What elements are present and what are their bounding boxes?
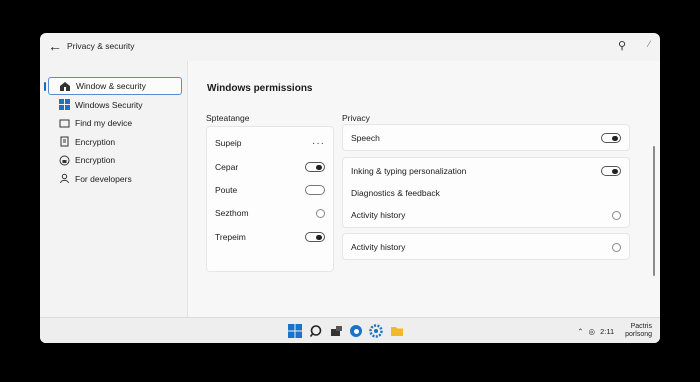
list-item[interactable]: Diagnostics & feedback [351, 184, 621, 202]
sidebar-item-encryption-2[interactable]: Encryption [48, 151, 182, 169]
list-item[interactable]: Sezthom [215, 204, 325, 222]
clock-line-1: Pactris [630, 323, 652, 330]
toggle-switch[interactable] [601, 133, 621, 143]
scrollbar[interactable] [653, 146, 655, 276]
sidebar-item-label: Encryption [75, 155, 116, 165]
lock-icon [58, 154, 70, 166]
device-icon [58, 117, 70, 129]
sidebar-item-label: Windows Security [75, 99, 143, 110]
sidebar-item-windows-security[interactable]: Windows Security [48, 96, 182, 114]
back-arrow-icon[interactable]: ← [48, 39, 62, 53]
left-settings-card: Supeip ··· Cepar Poute Sezthom Trepeim [206, 126, 334, 272]
document-icon [58, 136, 70, 148]
toggle-switch[interactable] [305, 185, 325, 195]
search-icon[interactable]: ⚲ [618, 39, 626, 52]
network-icon[interactable]: ◎ [589, 327, 596, 336]
task-view-icon[interactable] [330, 324, 344, 338]
speech-card[interactable]: Speech [342, 124, 630, 151]
left-column-title: Spteatange [206, 113, 250, 123]
radio-button[interactable] [316, 208, 325, 218]
clock-time[interactable]: 2:11 [600, 327, 614, 336]
sidebar-item-label: Find my device [75, 118, 133, 128]
row-label: Activity history [351, 242, 406, 252]
radio-button[interactable] [612, 210, 621, 220]
row-label: Activity history [351, 210, 406, 220]
row-label: Poute [215, 185, 238, 195]
settings-window: ← Privacy & security ⚲ ⁄ Window & securi… [40, 33, 660, 343]
page-heading: Windows permissions [207, 83, 313, 94]
developer-icon [58, 173, 70, 185]
row-label: Trepeim [215, 232, 246, 242]
clock-line-2: porlsong [625, 331, 652, 338]
right-column-title: Privacy [342, 113, 370, 123]
activity-history-card[interactable]: Activity history [342, 233, 630, 260]
start-windows-icon[interactable] [288, 324, 302, 338]
sidebar-item-for-developers[interactable]: For developers [48, 170, 182, 188]
list-item[interactable]: Activity history [351, 206, 621, 224]
taskbar: ⌃ ◎ 2:11 Pactris porlsong [40, 317, 660, 343]
more-options-icon[interactable]: ··· [312, 138, 325, 149]
toggle-switch[interactable] [305, 162, 325, 172]
clock-date[interactable]: Pactris porlsong [625, 323, 652, 339]
main-content: Windows permissions Spteatange Supeip ··… [188, 61, 660, 317]
list-item[interactable]: Activity history [351, 238, 621, 256]
list-item[interactable]: Cepar [215, 158, 325, 176]
radio-button[interactable] [612, 242, 621, 252]
sidebar-item-label: Encryption [75, 136, 116, 147]
windows-logo-icon [58, 99, 70, 111]
row-label: Sezthom [215, 208, 249, 218]
sidebar: Window & security Windows Security Find … [40, 77, 188, 188]
edge-browser-icon[interactable] [349, 324, 363, 338]
settings-gear-icon[interactable] [369, 324, 383, 338]
sidebar-item-find-my-device[interactable]: Find my device [48, 114, 182, 132]
privacy-settings-card: Inking & typing personalization Diagnost… [342, 157, 630, 228]
row-label: Supeip [215, 138, 242, 148]
title-bar: ← Privacy & security ⚲ ⁄ [40, 33, 660, 61]
chevron-up-icon[interactable]: ⌃ [577, 327, 583, 336]
row-label: Speech [351, 133, 380, 143]
sidebar-item-encryption-1[interactable]: Encryption [48, 133, 182, 151]
list-item[interactable]: Inking & typing personalization [351, 162, 621, 180]
list-item[interactable]: Supeip ··· [215, 134, 325, 152]
sidebar-item-window-security[interactable]: Window & security [44, 77, 182, 95]
minimize-icon[interactable]: ⁄ [648, 39, 650, 49]
list-item[interactable]: Poute [215, 181, 325, 199]
sidebar-item-label: For developers [75, 173, 132, 184]
list-item[interactable]: Speech [351, 129, 621, 147]
system-tray: ⌃ ◎ 2:11 Pactris porlsong [577, 323, 652, 339]
window-title: Privacy & security [67, 41, 135, 51]
shield-house-icon [59, 80, 71, 92]
list-item[interactable]: Trepeim [215, 228, 325, 246]
file-explorer-icon[interactable] [390, 324, 404, 338]
row-label: Inking & typing personalization [351, 166, 467, 176]
toggle-switch[interactable] [601, 166, 621, 176]
search-icon[interactable] [309, 324, 323, 338]
row-label: Diagnostics & feedback [351, 188, 440, 198]
sidebar-item-label: Window & security [76, 81, 146, 91]
row-label: Cepar [215, 162, 239, 172]
toggle-switch[interactable] [305, 232, 325, 242]
